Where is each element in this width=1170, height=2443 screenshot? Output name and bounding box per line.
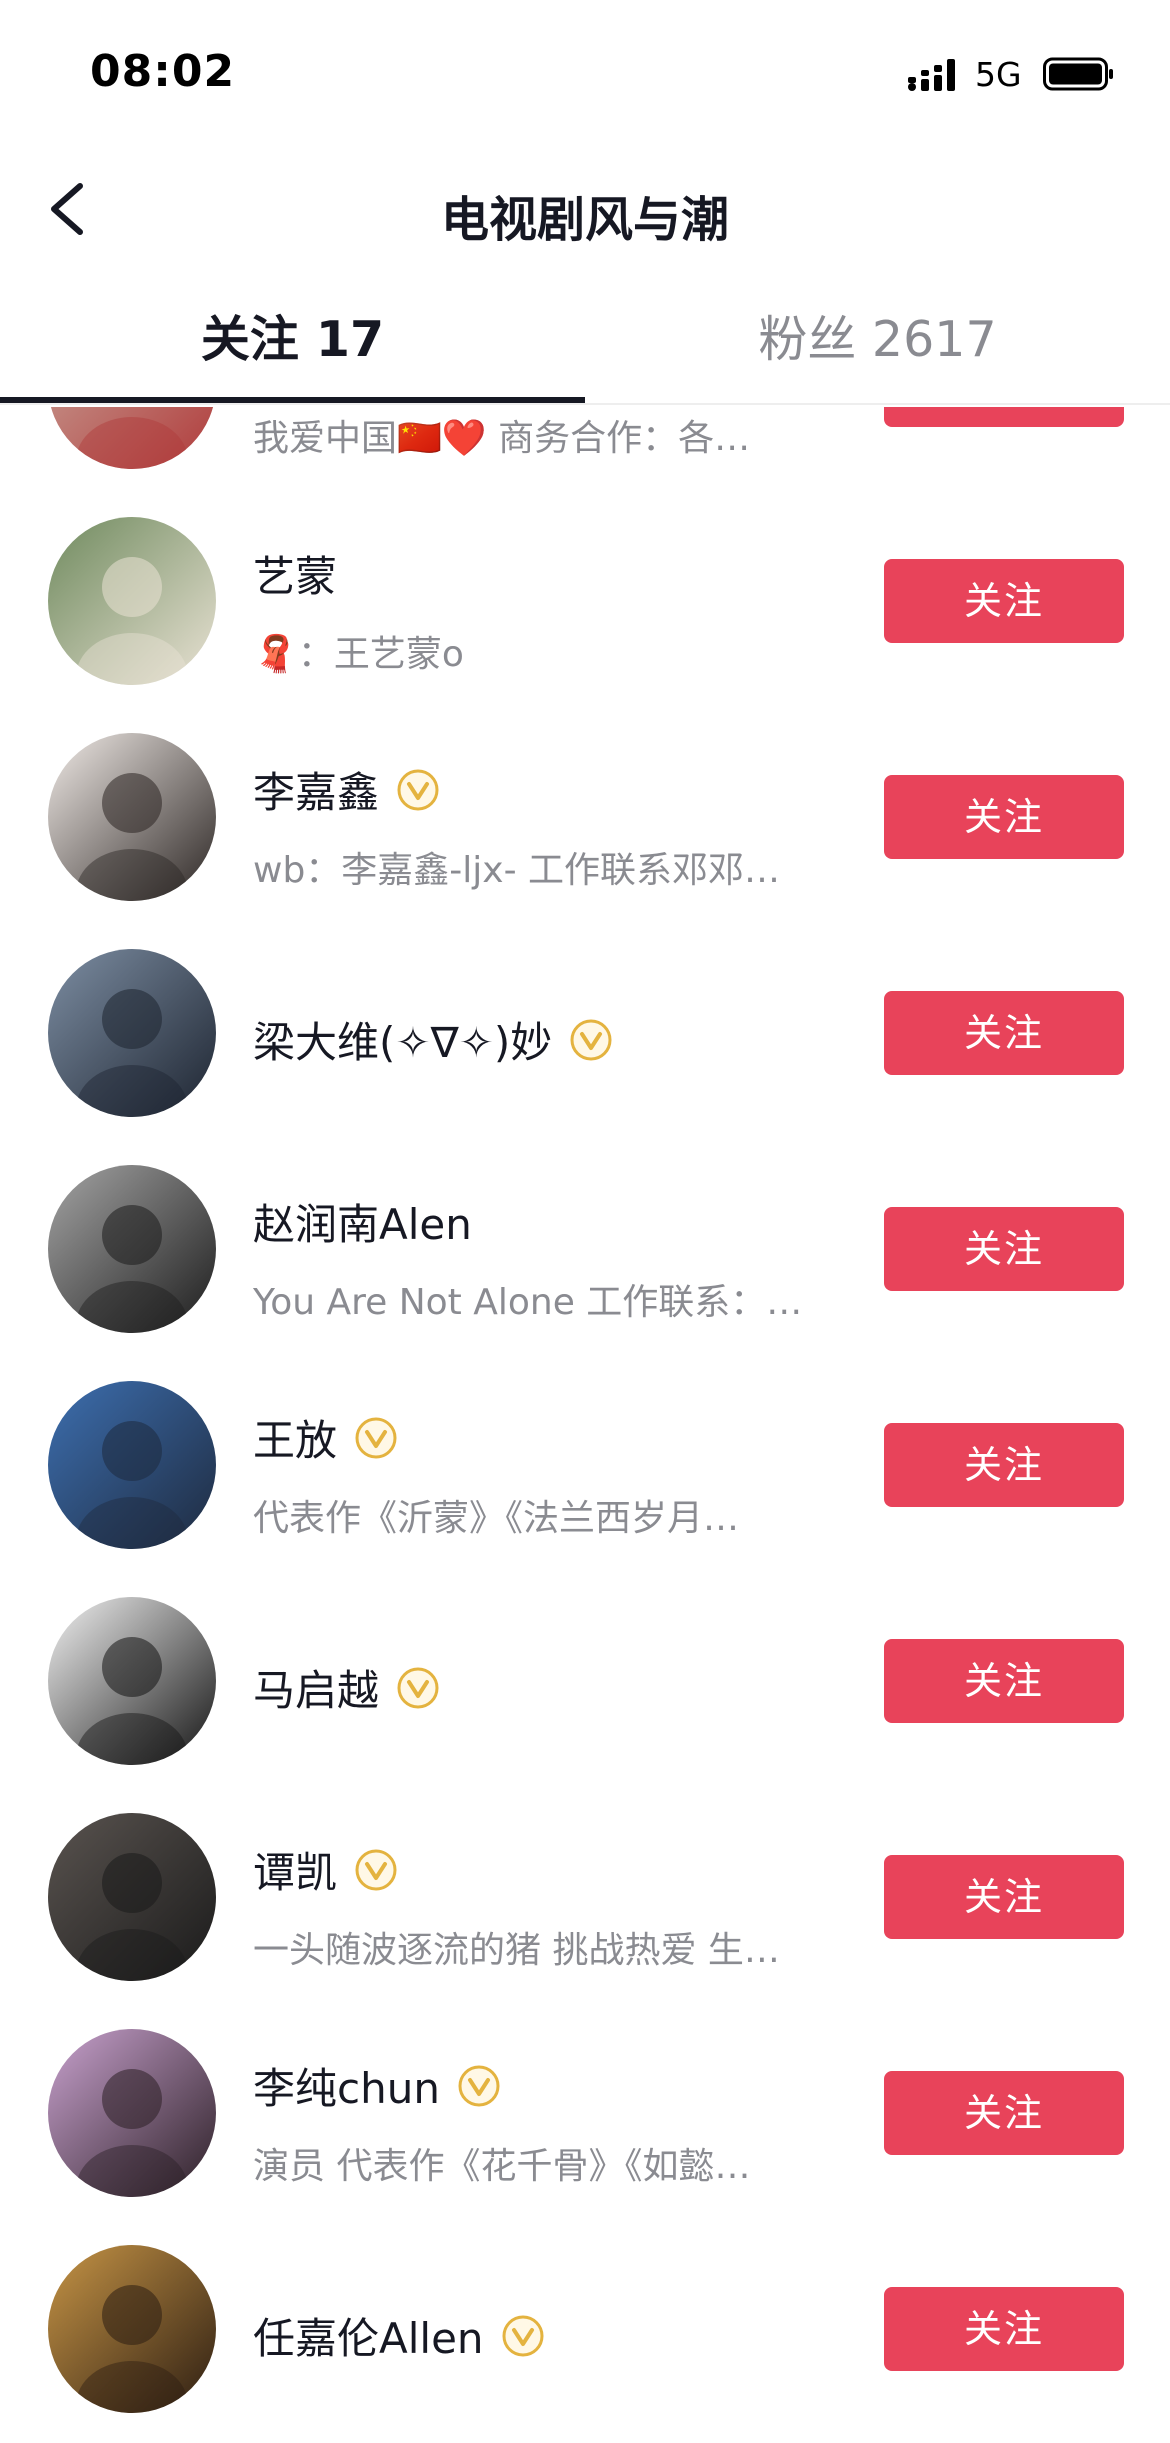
avatar-image <box>48 2245 216 2413</box>
user-name-line: 王放 <box>253 1407 399 1468</box>
avatar[interactable] <box>48 1813 216 1981</box>
user-row[interactable]: 马启越 关注 <box>0 1573 1170 1789</box>
user-row[interactable]: 任嘉伦Allen 关注 <box>0 2221 1170 2437</box>
user-row[interactable]: 李纯chun 演员 代表作《花千骨》《如懿… 关注 <box>0 2005 1170 2221</box>
avatar-image <box>48 1813 216 1981</box>
tab-following[interactable]: 关注 17 <box>0 290 585 405</box>
user-name[interactable]: 李嘉鑫 <box>253 759 379 820</box>
avatar[interactable] <box>48 949 216 1117</box>
user-name[interactable]: 王放 <box>253 1407 337 1468</box>
avatar[interactable] <box>48 2245 216 2413</box>
tab-fans[interactable]: 粉丝 2617 <box>585 290 1170 405</box>
user-row[interactable]: 王放代表作《沂蒙》《法兰西岁月… 关注 <box>0 1357 1170 1573</box>
user-name[interactable]: 谭凯 <box>253 1839 337 1900</box>
verified-badge-icon <box>502 2315 544 2356</box>
avatar[interactable] <box>48 1381 216 1549</box>
avatar[interactable] <box>48 733 216 901</box>
user-row[interactable]: 梁大维(✧∇✧)妙 关注 <box>0 925 1170 1141</box>
user-row[interactable]: 我爱中国🇨🇳❤️ 商务合作：各… 关注 <box>0 407 1170 493</box>
avatar[interactable] <box>48 407 216 469</box>
status-bar: 08:02 5G <box>0 0 1170 150</box>
avatar-image <box>48 1597 216 1765</box>
page-title: 电视剧风与潮 <box>440 192 729 248</box>
following-list-content: 我爱中国🇨🇳❤️ 商务合作：各…关注艺蒙🧣：王艺蒙o关注李嘉鑫wb：李嘉鑫-lj… <box>0 407 1170 2437</box>
follow-button[interactable]: 关注 <box>884 2287 1124 2371</box>
verified-badge-icon <box>355 1849 397 1890</box>
follow-button[interactable]: 关注 <box>884 559 1124 643</box>
status-time: 08:02 <box>90 46 236 97</box>
follow-button[interactable]: 关注 <box>884 775 1124 859</box>
user-row[interactable]: 艺蒙 🧣：王艺蒙o 关注 <box>0 493 1170 709</box>
user-name-line: 李纯chun <box>253 2055 502 2116</box>
user-name[interactable]: 任嘉伦Allen <box>253 2305 484 2366</box>
user-name-line: 梁大维(✧∇✧)妙 <box>253 1009 614 1070</box>
user-name[interactable]: 马启越 <box>253 1657 379 1718</box>
avatar-image <box>48 1381 216 1549</box>
user-signature: 代表作《沂蒙》《法兰西岁月… <box>253 1498 740 1539</box>
verified-badge-icon <box>570 1019 612 1060</box>
avatar-image <box>48 2029 216 2197</box>
user-row[interactable]: 赵润南Alen You Are Not Alone 工作联系：… 关注 <box>0 1141 1170 1357</box>
avatar[interactable] <box>48 517 216 685</box>
verified-badge-icon <box>397 1667 439 1708</box>
follow-button[interactable]: 关注 <box>884 2071 1124 2155</box>
user-name[interactable]: 李纯chun <box>253 2055 440 2116</box>
signal-icon <box>908 59 955 91</box>
user-signature: You Are Not Alone 工作联系：… <box>253 1282 803 1323</box>
avatar-image <box>48 1165 216 1333</box>
user-signature: 演员 代表作《花千骨》《如懿… <box>253 2146 751 2187</box>
user-name[interactable]: 赵润南Alen <box>253 1191 472 1252</box>
follow-button[interactable]: 关注 <box>884 991 1124 1075</box>
follow-button[interactable]: 关注 <box>884 1423 1124 1507</box>
user-name[interactable]: 艺蒙 <box>253 543 337 604</box>
user-name-line: 马启越 <box>253 1657 441 1718</box>
nav-bar: 电视剧风与潮 <box>0 150 1170 270</box>
avatar[interactable] <box>48 2029 216 2197</box>
user-name[interactable]: 梁大维(✧∇✧)妙 <box>253 1009 552 1070</box>
follow-button[interactable]: 关注 <box>884 1207 1124 1291</box>
user-name-line: 任嘉伦Allen <box>253 2305 546 2366</box>
user-signature: 我爱中国🇨🇳❤️ 商务合作：各… <box>253 418 751 459</box>
user-signature: 🧣：王艺蒙o <box>253 634 464 675</box>
user-signature: wb：李嘉鑫-ljx- 工作联系邓邓… <box>253 850 781 891</box>
avatar-image <box>48 949 216 1117</box>
avatar[interactable] <box>48 1165 216 1333</box>
user-name-line: 艺蒙 <box>253 543 337 604</box>
network-label: 5G <box>975 55 1022 94</box>
user-name-line: 赵润南Alen <box>253 1191 472 1252</box>
user-row[interactable]: 李嘉鑫 wb：李嘉鑫-ljx- 工作联系邓邓… 关注 <box>0 709 1170 925</box>
verified-badge-icon <box>458 2065 500 2106</box>
follow-button[interactable]: 关注 <box>884 407 1124 427</box>
user-name-line: 李嘉鑫 <box>253 759 441 820</box>
battery-icon <box>1043 57 1113 91</box>
avatar-image <box>48 407 216 469</box>
follow-button[interactable]: 关注 <box>884 1639 1124 1723</box>
following-list[interactable]: 我爱中国🇨🇳❤️ 商务合作：各…关注艺蒙🧣：王艺蒙o关注李嘉鑫wb：李嘉鑫-lj… <box>0 407 1170 2443</box>
tab-active-indicator <box>0 397 585 403</box>
tab-bar: 关注 17 粉丝 2617 <box>0 290 1170 405</box>
follow-button[interactable]: 关注 <box>884 1855 1124 1939</box>
avatar-image <box>48 517 216 685</box>
verified-badge-icon <box>397 769 439 810</box>
avatar[interactable] <box>48 1597 216 1765</box>
verified-badge-icon <box>355 1417 397 1458</box>
user-signature: 一头随波逐流的猪 挑战热爱 生… <box>253 1930 780 1971</box>
user-row[interactable]: 谭凯一头随波逐流的猪 挑战热爱 生… 关注 <box>0 1789 1170 2005</box>
user-name-line: 谭凯 <box>253 1839 399 1900</box>
avatar-image <box>48 733 216 901</box>
